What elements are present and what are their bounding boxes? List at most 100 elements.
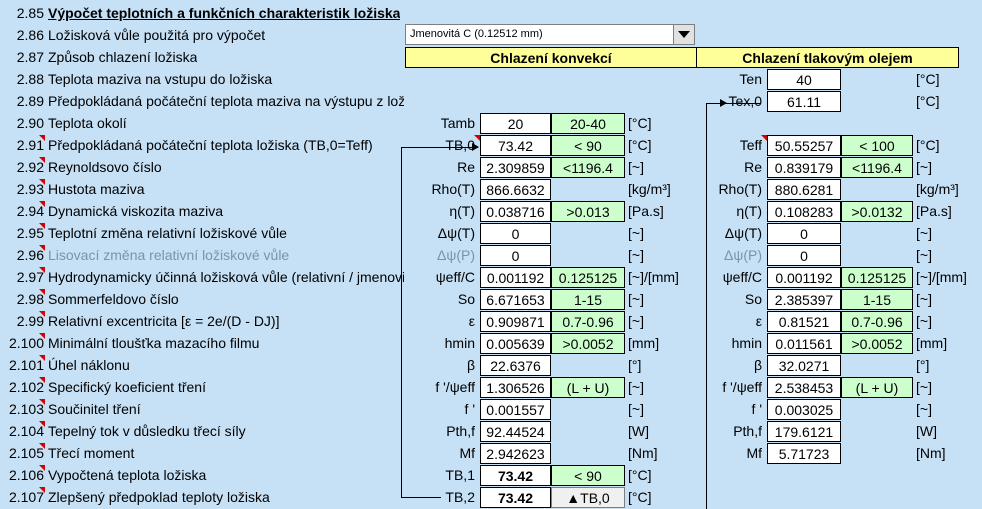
- unit-convection: [W]: [628, 423, 649, 439]
- value-convection[interactable]: 73.42: [480, 465, 551, 486]
- symbol-convection: β: [466, 357, 475, 373]
- symbol-pressure: β: [753, 357, 762, 373]
- value-convection[interactable]: 20: [480, 113, 551, 134]
- value-pressure[interactable]: 2.385397: [767, 289, 841, 310]
- value-pressure[interactable]: 0.108283: [767, 201, 841, 222]
- symbol-convection: Pth,f: [446, 423, 475, 439]
- row-number: 2.88: [16, 71, 44, 87]
- value-pressure[interactable]: 2.538453: [767, 377, 841, 398]
- value-convection[interactable]: 1.306526: [480, 377, 551, 398]
- symbol-pressure: ψeff/C: [722, 269, 762, 285]
- unit-convection: [Pa.s]: [628, 203, 664, 219]
- row-number: 2.106: [8, 467, 44, 483]
- row-label: Hydrodynamicky účinná ložisková vůle (re…: [48, 269, 404, 285]
- value-pressure[interactable]: 0.839179: [767, 157, 841, 178]
- value-convection[interactable]: 92.44524: [480, 421, 551, 442]
- symbol-convection: Tamb: [440, 115, 475, 131]
- value-convection[interactable]: 0.038716: [480, 201, 551, 222]
- limit-pressure: <1196.4: [841, 157, 913, 178]
- symbol-pressure: So: [744, 291, 762, 307]
- value-convection[interactable]: 0.001192: [480, 267, 551, 288]
- value-pressure[interactable]: 32.0271: [767, 355, 841, 376]
- row-label: Tepelný tok v důsledku třecí síly: [48, 423, 246, 439]
- value-pressure[interactable]: 40: [767, 69, 841, 90]
- value-pressure[interactable]: 0.011561: [767, 333, 841, 354]
- unit-pressure: [~]: [916, 247, 932, 263]
- row-number: 2.86: [16, 27, 44, 43]
- value-pressure[interactable]: 880.6281: [767, 179, 841, 200]
- symbol-convection: Re: [457, 159, 475, 175]
- row-number: 2.101: [8, 357, 44, 373]
- limit-convection: 0.7-0.96: [551, 311, 625, 332]
- row-label: Relativní excentricita [ε = 2e/(D - DJ)]: [48, 313, 280, 329]
- comment-marker-icon: [39, 311, 45, 317]
- value-pressure[interactable]: 5.71723: [767, 443, 841, 464]
- update-tb0-button[interactable]: ▲TB,0: [551, 487, 625, 508]
- value-pressure[interactable]: 179.6121: [767, 421, 841, 442]
- value-pressure[interactable]: 0.81521: [767, 311, 841, 332]
- row-label: Reynoldsovo číslo: [48, 159, 162, 175]
- unit-convection: [~]: [628, 247, 644, 263]
- limit-pressure: 1-15: [841, 289, 913, 310]
- comment-marker-icon: [39, 179, 45, 185]
- convection-header: Chlazení konvekcí: [405, 47, 697, 68]
- unit-pressure: [~]: [916, 401, 932, 417]
- row-number: 2.99: [16, 313, 44, 329]
- value-convection[interactable]: 0: [480, 223, 551, 244]
- value-pressure[interactable]: 0.001192: [767, 267, 841, 288]
- value-convection[interactable]: 0: [480, 245, 551, 266]
- clearance-select[interactable]: Jmenovitá C (0.12512 mm): [405, 24, 695, 45]
- value-convection[interactable]: 0.001557: [480, 399, 551, 420]
- value-pressure[interactable]: 0: [767, 223, 841, 244]
- value-pressure[interactable]: 50.55257: [767, 135, 841, 156]
- row-label: Předpokládaná počáteční teplota maziva n…: [48, 93, 404, 109]
- value-pressure[interactable]: 0.003025: [767, 399, 841, 420]
- comment-marker-icon: [39, 267, 45, 273]
- chevron-down-icon[interactable]: [673, 25, 694, 44]
- symbol-pressure: ε: [755, 313, 762, 329]
- row-number: 2.96: [16, 247, 44, 263]
- unit-pressure: [~]: [916, 159, 932, 175]
- value-convection[interactable]: 73.42: [480, 135, 551, 156]
- row-label: Sommerfeldovo číslo: [48, 291, 179, 307]
- symbol-pressure: Δψ(P): [724, 247, 762, 263]
- row-number: 2.85: [16, 5, 44, 21]
- value-convection[interactable]: 2.309859: [480, 157, 551, 178]
- unit-pressure: [~]: [916, 379, 932, 395]
- row-label: Minimální tloušťka mazacího filmu: [48, 335, 260, 351]
- unit-convection: [~]: [628, 291, 644, 307]
- symbol-pressure: f ': [751, 401, 762, 417]
- unit-convection: [°]: [628, 357, 642, 373]
- value-convection[interactable]: 0.909871: [480, 311, 551, 332]
- comment-marker-icon: [39, 487, 45, 493]
- limit-convection: >0.0052: [551, 333, 625, 354]
- symbol-convection: So: [457, 291, 475, 307]
- unit-convection: [~]/[mm]: [628, 269, 679, 285]
- comment-marker-icon: [39, 465, 45, 471]
- unit-convection: [°C]: [628, 137, 652, 153]
- row-number: 2.103: [8, 401, 44, 417]
- connector-line: [706, 103, 707, 509]
- value-pressure[interactable]: 0: [767, 245, 841, 266]
- unit-pressure: [°C]: [916, 93, 940, 109]
- symbol-pressure: Rho(T): [718, 181, 762, 197]
- value-pressure[interactable]: 61.11: [767, 91, 841, 112]
- comment-marker-icon: [39, 289, 45, 295]
- value-convection[interactable]: 0.005639: [480, 333, 551, 354]
- clearance-select-value: Jmenovitá C (0.12512 mm): [410, 28, 543, 40]
- value-convection[interactable]: 866.6632: [480, 179, 551, 200]
- value-convection[interactable]: 22.6376: [480, 355, 551, 376]
- row-label: Třecí moment: [48, 445, 135, 461]
- unit-pressure: [W]: [916, 423, 937, 439]
- limit-convection: (L + U): [551, 377, 625, 398]
- symbol-convection: TB,0: [445, 137, 475, 153]
- unit-pressure: [~]/[mm]: [916, 269, 967, 285]
- arrow-right-icon: [720, 99, 727, 107]
- value-convection[interactable]: 6.671653: [480, 289, 551, 310]
- comment-marker-icon: [39, 333, 45, 339]
- value-convection[interactable]: 2.942623: [480, 443, 551, 464]
- unit-convection: [~]: [628, 159, 644, 175]
- row-number: 2.100: [8, 335, 44, 351]
- limit-pressure: < 100: [841, 135, 913, 156]
- value-convection[interactable]: 73.42: [480, 487, 551, 508]
